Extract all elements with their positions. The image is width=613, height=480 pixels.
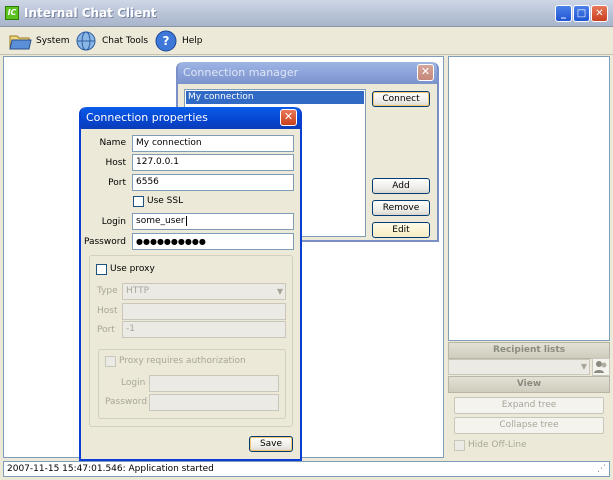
text-cursor: [185, 216, 187, 226]
users-icon: [594, 361, 607, 373]
app-logo-icon: IC: [5, 6, 19, 20]
connection-manager-title: Connection manager: [183, 66, 299, 79]
minimize-button[interactable]: _: [555, 5, 572, 22]
proxy-host-field[interactable]: [122, 303, 286, 320]
window-title: Internal Chat Client: [24, 6, 157, 20]
close-button[interactable]: ✕: [591, 5, 608, 22]
recipient-add-button[interactable]: [592, 358, 610, 376]
view-header[interactable]: View: [448, 376, 610, 393]
remove-button[interactable]: Remove: [372, 200, 430, 216]
recipient-list-select[interactable]: ▼: [448, 359, 590, 375]
proxy-host-label: Host: [97, 306, 118, 316]
help-icon: ?: [154, 30, 178, 52]
proxy-login-label: Login: [121, 378, 146, 388]
connection-properties-title: Connection properties: [86, 111, 208, 124]
chevron-down-icon: ▼: [276, 287, 283, 296]
proxy-auth-label: Proxy requires authorization: [119, 356, 246, 366]
use-ssl-checkbox[interactable]: [133, 196, 144, 207]
connection-manager-title-bar[interactable]: Connection manager ✕: [178, 62, 437, 84]
connect-button[interactable]: Connect: [372, 91, 430, 107]
host-field[interactable]: 127.0.0.1: [132, 154, 294, 171]
proxy-auth-checkbox[interactable]: [105, 356, 116, 367]
menu-system-label: System: [36, 36, 70, 46]
proxy-port-label: Port: [97, 325, 115, 335]
connection-properties-title-bar[interactable]: Connection properties ✕: [81, 107, 300, 129]
list-item[interactable]: My connection: [186, 91, 364, 104]
connection-properties-close-button[interactable]: ✕: [280, 109, 297, 126]
proxy-group: Use proxy Type HTTP ▼ Host Port -1 Proxy…: [89, 255, 293, 427]
use-proxy-label: Use proxy: [110, 264, 155, 274]
name-field[interactable]: My connection: [132, 135, 294, 152]
proxy-type-label: Type: [97, 286, 118, 296]
password-label: Password: [83, 237, 126, 247]
menu-chat-tools[interactable]: Chat Tools: [74, 29, 148, 53]
proxy-password-label: Password: [105, 397, 148, 407]
port-field[interactable]: 6556: [132, 174, 294, 191]
menu-system[interactable]: System: [8, 29, 70, 53]
port-label: Port: [108, 178, 126, 188]
menu-chat-tools-label: Chat Tools: [102, 36, 149, 46]
menu-help[interactable]: ? Help: [154, 29, 203, 53]
password-field[interactable]: ●●●●●●●●●●: [132, 233, 294, 250]
add-button[interactable]: Add: [372, 178, 430, 194]
menu-bar: System Chat Tools ? Help: [0, 27, 613, 55]
proxy-type-value: HTTP: [126, 286, 150, 296]
edit-button[interactable]: Edit: [372, 222, 430, 238]
folder-icon: [8, 30, 32, 52]
proxy-auth-group: Proxy requires authorization Login Passw…: [98, 349, 286, 419]
host-label: Host: [105, 158, 127, 168]
proxy-login-field[interactable]: [149, 375, 279, 392]
use-ssl-label: Use SSL: [147, 196, 184, 206]
login-label: Login: [101, 217, 126, 227]
resize-grip-icon[interactable]: ⋰: [597, 462, 606, 476]
proxy-password-field[interactable]: [149, 394, 279, 411]
login-field[interactable]: some_user: [132, 213, 294, 230]
globe-icon: [74, 30, 98, 52]
status-bar: 2007-11-15 15:47:01.546: Application sta…: [3, 461, 610, 477]
name-label: Name: [99, 138, 126, 148]
contacts-tree[interactable]: [448, 56, 610, 341]
hide-offline-label: Hide Off-Line: [468, 440, 527, 450]
connection-manager-close-button[interactable]: ✕: [417, 64, 434, 81]
menu-help-label: Help: [182, 36, 203, 46]
hide-offline-checkbox[interactable]: [454, 440, 465, 451]
chevron-down-icon: ▼: [580, 362, 587, 371]
proxy-type-select[interactable]: HTTP ▼: [122, 283, 286, 300]
recipient-lists-header[interactable]: Recipient lists: [448, 342, 610, 359]
collapse-tree-button[interactable]: Collapse tree: [454, 417, 604, 434]
login-value: some_user: [136, 216, 185, 226]
proxy-port-field[interactable]: -1: [122, 321, 286, 338]
expand-tree-button[interactable]: Expand tree: [454, 397, 604, 414]
main-title-bar[interactable]: IC Internal Chat Client _ □ ✕: [0, 0, 613, 27]
save-button[interactable]: Save: [249, 436, 293, 452]
status-message: 2007-11-15 15:47:01.546: Application sta…: [7, 464, 214, 474]
maximize-button[interactable]: □: [573, 5, 590, 22]
use-proxy-checkbox[interactable]: [96, 264, 107, 275]
connection-properties-dialog: Connection properties ✕ Name My connecti…: [79, 107, 302, 461]
svg-text:?: ?: [163, 34, 170, 48]
